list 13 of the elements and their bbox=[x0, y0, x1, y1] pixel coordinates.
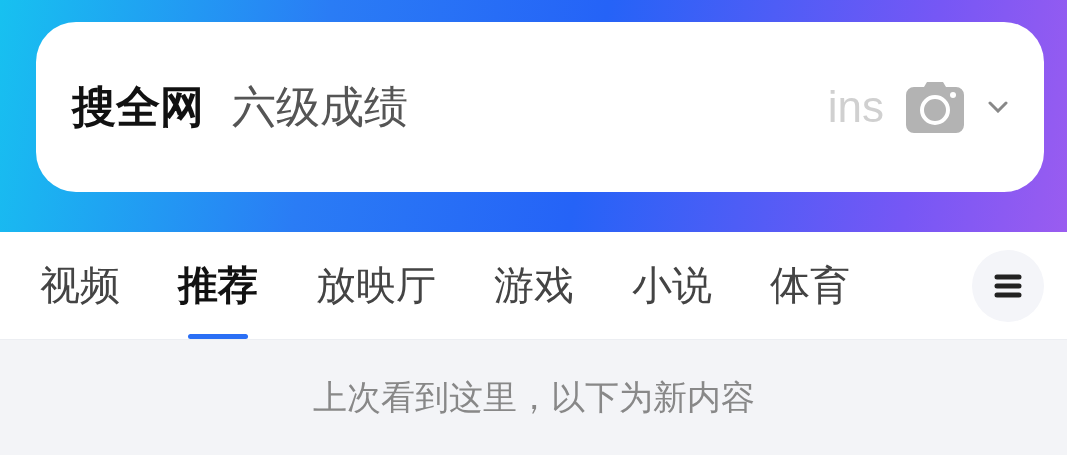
menu-icon bbox=[994, 273, 1022, 298]
search-scope: 搜全网 bbox=[72, 79, 204, 134]
tab-indicator bbox=[188, 334, 248, 339]
camera-icon[interactable] bbox=[906, 81, 964, 133]
category-tab[interactable]: 视频 bbox=[40, 232, 120, 339]
search-query: 六级成绩 bbox=[232, 79, 409, 134]
chevron-down-icon[interactable] bbox=[988, 101, 1008, 113]
category-tab[interactable]: 小说 bbox=[632, 232, 712, 339]
category-tab[interactable]: 游戏 bbox=[494, 232, 574, 339]
category-tab[interactable]: 推荐 bbox=[178, 232, 258, 339]
notice-text: 上次看到这里，以下为新内容 bbox=[312, 375, 755, 419]
category-tab[interactable]: 放映厅 bbox=[316, 232, 436, 339]
category-tab[interactable]: 体育 bbox=[770, 232, 850, 339]
